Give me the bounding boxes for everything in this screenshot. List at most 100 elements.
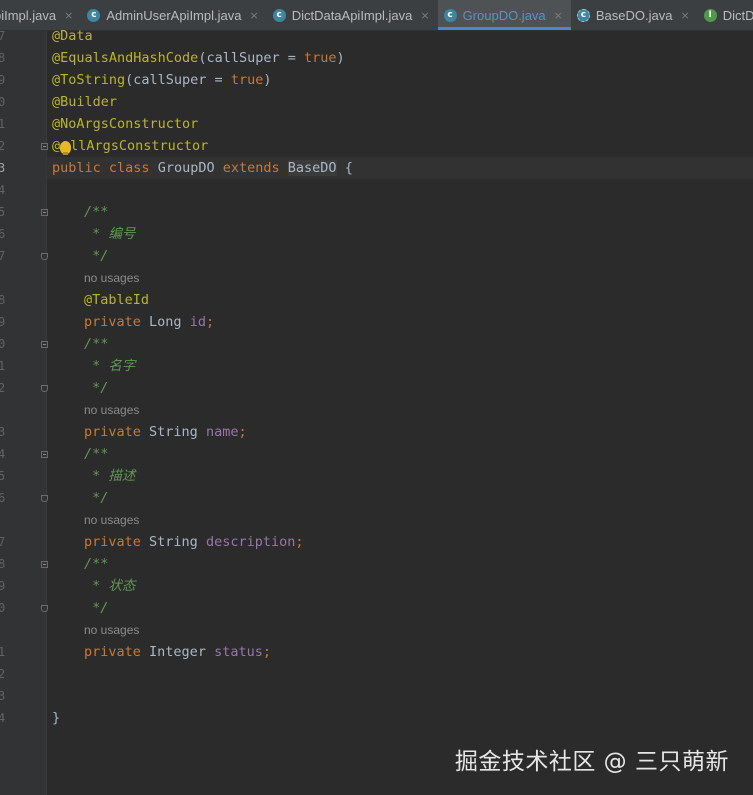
- punctuation: ;: [238, 424, 247, 440]
- tab-groupdo[interactable]: c GroupDO.java ×: [437, 0, 572, 30]
- keyword: private: [84, 314, 141, 330]
- annotation: @Builder: [52, 94, 118, 110]
- keyword: true: [230, 72, 264, 88]
- line-number: 2: [0, 139, 6, 153]
- doc-comment: /**: [84, 204, 109, 220]
- line-number: 1: [0, 117, 6, 131]
- line-number: 1: [0, 359, 6, 373]
- line-number: 3: [0, 689, 6, 703]
- inlay-hint: no usages: [52, 509, 139, 531]
- line-number: 8: [0, 557, 6, 571]
- class-name: GroupDO: [157, 160, 215, 176]
- fold-marker-icon[interactable]: [41, 341, 48, 348]
- usages-hint[interactable]: no usages: [84, 623, 139, 637]
- line-number: 0: [0, 337, 6, 351]
- punctuation: ;: [262, 644, 272, 660]
- code-line: private Integer status;: [52, 641, 271, 663]
- close-icon[interactable]: ×: [420, 9, 429, 22]
- punctuation: {: [344, 160, 353, 176]
- punctuation: ;: [295, 534, 304, 550]
- doc-comment: */: [92, 380, 109, 396]
- tab-label: DictDataApiImpl.java: [291, 7, 413, 23]
- code-line: /**: [52, 553, 108, 575]
- annotation: llArgsConstructor: [70, 138, 209, 154]
- fold-marker-icon[interactable]: [41, 385, 48, 392]
- close-icon[interactable]: ×: [249, 9, 258, 22]
- field-name: description: [205, 534, 296, 550]
- type-name: String: [149, 534, 198, 550]
- type-name: Long: [149, 314, 182, 330]
- code-line: /**: [52, 443, 108, 465]
- annotation: @EqualsAndHashCode: [52, 50, 199, 66]
- watermark: 掘金技术社区 @ 三只萌新: [454, 749, 729, 775]
- tab-basedo[interactable]: c BaseDO.java ×: [571, 0, 698, 30]
- java-class-icon: c: [443, 8, 457, 22]
- field-name: name: [205, 424, 239, 440]
- usages-hint[interactable]: no usages: [84, 513, 139, 527]
- type-name: Integer: [149, 644, 206, 660]
- keyword: class: [108, 160, 150, 176]
- editor-tab-bar: piImpl.java × c AdminUserApiImpl.java × …: [0, 0, 753, 31]
- code-line: * 描述: [52, 465, 135, 487]
- tab-label: BaseDO.java: [595, 7, 673, 23]
- line-number: 9: [0, 315, 6, 329]
- fold-marker-icon[interactable]: [41, 451, 48, 458]
- doc-comment: /**: [84, 336, 109, 352]
- line-number: 5: [0, 205, 6, 219]
- line-number-gutter[interactable]: 7 8 9 0 1 2 3 4 5 6 7 8 9 0 1 2 3 4 5 6 …: [0, 29, 48, 795]
- code-line: */: [52, 597, 108, 619]
- fold-marker-icon[interactable]: [41, 605, 48, 612]
- punctuation: ): [336, 50, 345, 66]
- code-line-current: public class GroupDO extends BaseDO {: [52, 157, 353, 179]
- line-number: 1: [0, 645, 6, 659]
- tab-dictdataapiimpl[interactable]: c DictDataApiImpl.java ×: [267, 0, 438, 30]
- code-line: */: [52, 245, 108, 267]
- doc-comment: * 状态: [92, 578, 136, 594]
- keyword: extends: [222, 160, 280, 176]
- line-number: 6: [0, 227, 6, 241]
- code-line: * 名字: [52, 355, 135, 377]
- field-name: id: [189, 314, 206, 330]
- annotation: @ToString: [52, 72, 126, 88]
- fold-marker-icon[interactable]: [41, 253, 48, 260]
- annotation: @Data: [52, 28, 93, 44]
- java-interface-icon: I: [703, 8, 717, 22]
- tab-label: AdminUserApiImpl.java: [106, 7, 242, 23]
- code-line: @NoArgsConstructor: [52, 113, 198, 135]
- fold-marker-icon[interactable]: [41, 209, 48, 216]
- line-number: 7: [0, 249, 6, 263]
- line-number: 8: [0, 51, 6, 65]
- java-class-icon: c: [272, 8, 286, 22]
- close-icon[interactable]: ×: [680, 9, 689, 22]
- java-class-icon: c: [87, 8, 101, 22]
- base-class-name[interactable]: BaseDO: [287, 160, 337, 176]
- field-name: status: [214, 644, 263, 660]
- annotation: @NoArgsConstructor: [52, 116, 199, 132]
- code-line: @EqualsAndHashCode(callSuper = true): [52, 47, 345, 69]
- annotation: @: [52, 138, 61, 154]
- fold-marker-icon[interactable]: [41, 561, 48, 568]
- fold-marker-icon[interactable]: [41, 495, 48, 502]
- line-number: 4: [0, 183, 6, 197]
- code-line: private String name;: [52, 421, 247, 443]
- line-number: 9: [0, 73, 6, 87]
- keyword: private: [84, 644, 141, 660]
- usages-hint[interactable]: no usages: [84, 403, 139, 417]
- fold-marker-icon[interactable]: [41, 143, 48, 150]
- line-number: 2: [0, 667, 6, 681]
- usages-hint[interactable]: no usages: [84, 271, 139, 285]
- close-icon[interactable]: ×: [64, 9, 73, 22]
- code-line: */: [52, 487, 108, 509]
- inlay-hint: no usages: [52, 399, 139, 421]
- doc-comment: * 名字: [92, 358, 136, 374]
- keyword: private: [84, 534, 141, 550]
- tab-dictd[interactable]: I DictD: [698, 0, 753, 30]
- tab-adminuserapiimpl[interactable]: c AdminUserApiImpl.java ×: [81, 0, 266, 30]
- line-number: 5: [0, 469, 6, 483]
- line-number: 0: [0, 601, 6, 615]
- code-line: @ToString(callSuper = true): [52, 69, 271, 91]
- close-icon[interactable]: ×: [554, 9, 563, 22]
- doc-comment: * 编号: [92, 226, 136, 242]
- annotation-args: (callSuper =: [125, 72, 231, 88]
- code-line: /**: [52, 201, 108, 223]
